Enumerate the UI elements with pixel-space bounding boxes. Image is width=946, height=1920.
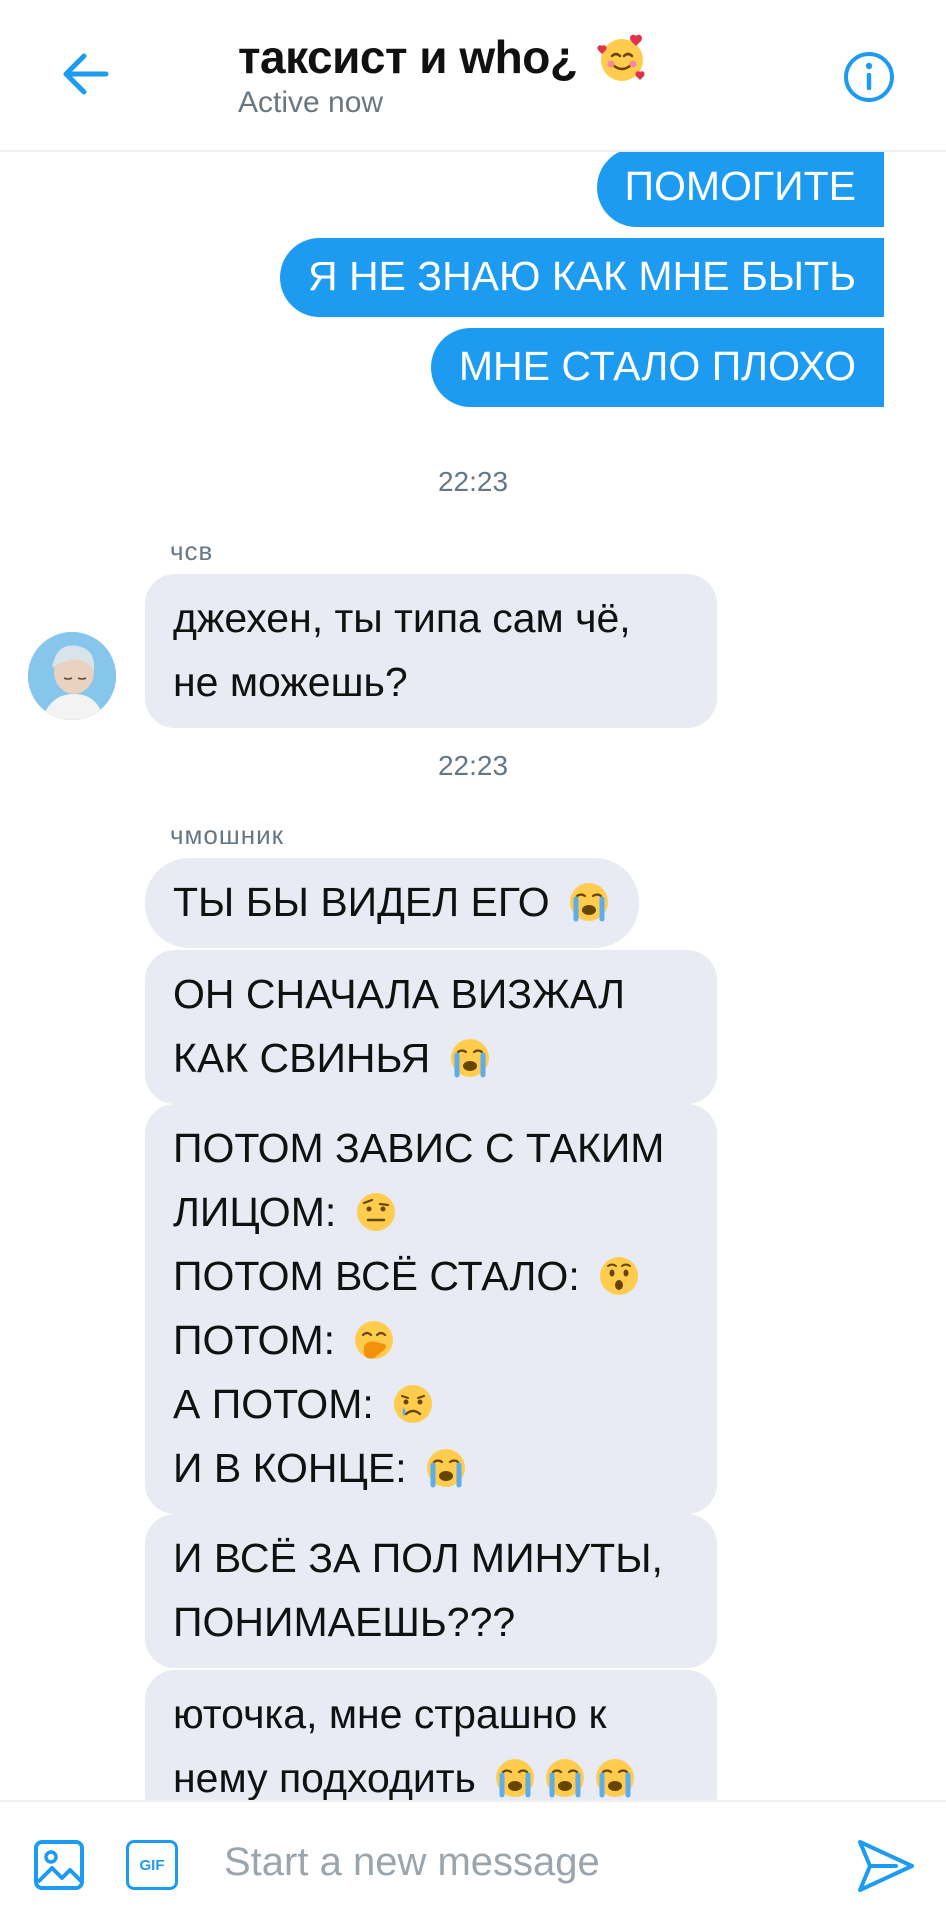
back-button[interactable] xyxy=(56,44,116,104)
loudly-crying-face-emoji xyxy=(450,1039,489,1078)
sender-name: чмошник xyxy=(170,820,284,850)
message-composer: GIF xyxy=(0,1800,946,1920)
info-icon xyxy=(844,52,894,102)
gif-button[interactable]: GIF xyxy=(126,1840,178,1890)
message-list[interactable]: ПОМОГИТЕ Я НЕ ЗНАЮ КАК МНЕ БЫТЬ МНЕ СТАЛ… xyxy=(0,152,946,1800)
message-line: И ВСЁ ЗА ПОЛ МИНУТЫ, xyxy=(173,1535,663,1581)
send-button[interactable] xyxy=(856,1838,916,1894)
message-line: ПОТОМ: xyxy=(173,1308,691,1372)
message-line: ПОНИМАЕШЬ??? xyxy=(173,1599,516,1645)
incoming-message[interactable]: ТЫ БЫ ВИДЕЛ ЕГО xyxy=(145,858,639,948)
message-line: А ПОТОМ: xyxy=(173,1372,691,1436)
avatar[interactable] xyxy=(28,632,116,720)
loudly-crying-face-emoji xyxy=(596,1759,635,1798)
loudly-crying-face-emoji xyxy=(570,883,609,922)
message-line: И В КОНЦЕ: xyxy=(173,1436,691,1500)
chat-header: таксист и who¿ Active now xyxy=(0,0,946,152)
sender-name: чсв xyxy=(170,536,214,566)
incoming-message[interactable]: И ВСЁ ЗА ПОЛ МИНУТЫ, ПОНИМАЕШЬ??? xyxy=(145,1514,717,1668)
image-icon xyxy=(34,1840,84,1890)
gif-icon: GIF xyxy=(139,1856,165,1874)
outgoing-message[interactable]: МНЕ СТАЛО ПЛОХО xyxy=(430,328,884,407)
send-icon xyxy=(858,1840,914,1892)
outgoing-message[interactable]: ПОМОГИТЕ xyxy=(596,152,884,227)
message-timestamp: 22:23 xyxy=(437,466,509,497)
message-line: ПОТОМ ВСЁ СТАЛО: xyxy=(173,1244,691,1308)
loudly-crying-face-emoji xyxy=(546,1759,585,1798)
message-timestamp: 22:23 xyxy=(437,750,509,781)
conversation-title-text: таксист и who¿ xyxy=(238,31,578,83)
crying-face-emoji xyxy=(394,1385,433,1424)
message-line: юточка, мне страшно к xyxy=(173,1691,607,1737)
message-line: джехен, ты типа сам чё, xyxy=(173,595,631,641)
hushed-face-emoji xyxy=(600,1257,639,1296)
incoming-message[interactable]: ОН СНАЧАЛА ВИЗЖАЛ КАК СВИНЬЯ xyxy=(145,950,717,1104)
avatar-image xyxy=(28,632,116,720)
face-with-raised-eyebrow-emoji xyxy=(356,1193,395,1232)
message-line: ТЫ БЫ ВИДЕЛ ЕГО xyxy=(173,870,613,934)
conversation-title: таксист и who¿ xyxy=(238,30,648,84)
loudly-crying-face-emoji xyxy=(496,1759,535,1798)
message-input[interactable] xyxy=(224,1830,784,1894)
message-line: не можешь? xyxy=(173,659,408,705)
loudly-crying-face-emoji xyxy=(427,1449,465,1488)
add-image-button[interactable] xyxy=(32,1838,86,1892)
info-button[interactable] xyxy=(840,48,898,106)
message-line: ПОТОМ ЗАВИС С ТАКИМ xyxy=(173,1125,665,1171)
face-with-hand-over-mouth-emoji xyxy=(355,1321,394,1360)
incoming-message[interactable]: джехен, ты типа сам чё, не можешь? xyxy=(145,574,717,728)
message-line: ЛИЦОМ: xyxy=(173,1180,691,1244)
outgoing-message[interactable]: Я НЕ ЗНАЮ КАК МНЕ БЫТЬ xyxy=(279,238,884,317)
incoming-message[interactable]: юточка, мне страшно к нему подходить xyxy=(145,1670,717,1800)
smiling-face-with-hearts-emoji xyxy=(597,34,645,81)
message-line: КАК СВИНЬЯ xyxy=(173,1026,691,1090)
presence-status: Active now xyxy=(238,86,384,119)
message-line: нему подходить xyxy=(173,1746,691,1800)
arrow-left-icon xyxy=(63,53,109,95)
message-line: ОН СНАЧАЛА ВИЗЖАЛ xyxy=(173,971,626,1017)
incoming-message[interactable]: ПОТОМ ЗАВИС С ТАКИМ ЛИЦОМ: ПОТОМ ВСЁ СТА… xyxy=(145,1104,717,1514)
